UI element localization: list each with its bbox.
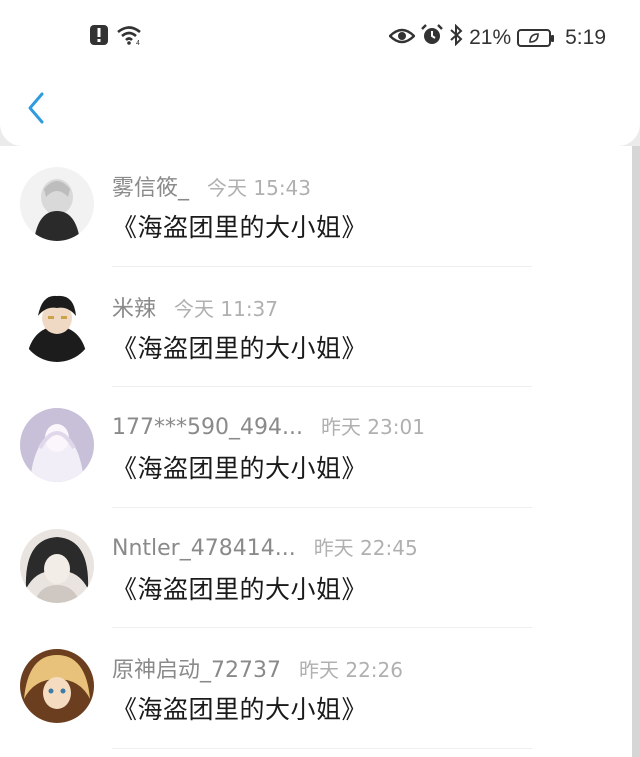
wifi-icon: 4 (116, 24, 144, 51)
status-bar: 4 21% 5:19 (0, 18, 640, 58)
sender-name[interactable]: Nntler_478414... (112, 536, 296, 561)
chevron-left-icon (26, 91, 46, 129)
header: 4 21% 5:19 (0, 0, 640, 146)
alert-icon (90, 25, 108, 50)
avatar[interactable] (20, 167, 94, 241)
divider (112, 747, 532, 749)
message-title[interactable]: 《海盗团里的大小姐》 (112, 208, 367, 244)
message-meta: 雾信筱_ 今天 15:43 (112, 170, 311, 202)
message-meta: 米辣 今天 11:37 (112, 291, 278, 323)
timestamp: 昨天 22:26 (299, 658, 403, 682)
bluetooth-icon (449, 23, 463, 51)
list-item[interactable]: 米辣 今天 11:37 《海盗团里的大小姐》 (0, 267, 632, 387)
message-list: 雾信筱_ 今天 15:43 《海盗团里的大小姐》 米辣 今天 11:37 《海盗… (0, 146, 632, 757)
message-meta: 177***590_494... 昨天 23:01 (112, 411, 425, 440)
timestamp: 今天 15:43 (207, 176, 312, 200)
message-title[interactable]: 《海盗团里的大小姐》 (112, 690, 367, 726)
alarm-icon (421, 24, 443, 51)
avatar[interactable] (20, 649, 94, 723)
list-item[interactable]: 177***590_494... 昨天 23:01 《海盗团里的大小姐》 (0, 387, 632, 508)
list-item[interactable]: 雾信筱_ 今天 15:43 《海盗团里的大小姐》 (0, 146, 632, 267)
sender-name[interactable]: 177***590_494... (112, 415, 303, 440)
list-item[interactable]: Nntler_478414... 昨天 22:45 《海盗团里的大小姐》 (0, 508, 632, 628)
battery-icon (517, 28, 555, 47)
list-item[interactable]: 原神启动_72737 昨天 22:26 《海盗团里的大小姐》 (0, 628, 632, 749)
timestamp: 昨天 22:45 (313, 535, 418, 560)
status-left: 4 (90, 24, 144, 51)
back-button[interactable] (20, 90, 52, 130)
message-title[interactable]: 《海盗团里的大小姐》 (112, 570, 367, 606)
message-meta: Nntler_478414... 昨天 22:45 (112, 532, 418, 561)
timestamp: 今天 11:37 (174, 296, 279, 321)
eye-icon (388, 26, 416, 50)
sender-name[interactable]: 米辣 (112, 291, 156, 323)
sender-name[interactable]: 雾信筱_ (112, 170, 189, 202)
clock: 5:19 (565, 25, 606, 49)
avatar[interactable] (20, 408, 94, 482)
screen: 4 21% 5:19 雾信筱_ 今天 15:43 《海盗团里的大小姐》 米辣 今… (0, 0, 640, 757)
sender-name[interactable]: 原神启动_72737 (112, 652, 281, 684)
avatar[interactable] (20, 528, 94, 603)
message-title[interactable]: 《海盗团里的大小姐》 (112, 449, 367, 485)
timestamp: 昨天 23:01 (320, 415, 425, 439)
scrollbar[interactable] (632, 146, 640, 757)
battery-percent: 21% (469, 25, 512, 49)
avatar[interactable] (20, 287, 94, 362)
svg-text:4: 4 (136, 40, 140, 46)
message-title[interactable]: 《海盗团里的大小姐》 (112, 329, 367, 365)
status-right: 21% 5:19 (388, 23, 606, 51)
message-meta: 原神启动_72737 昨天 22:26 (112, 652, 403, 684)
